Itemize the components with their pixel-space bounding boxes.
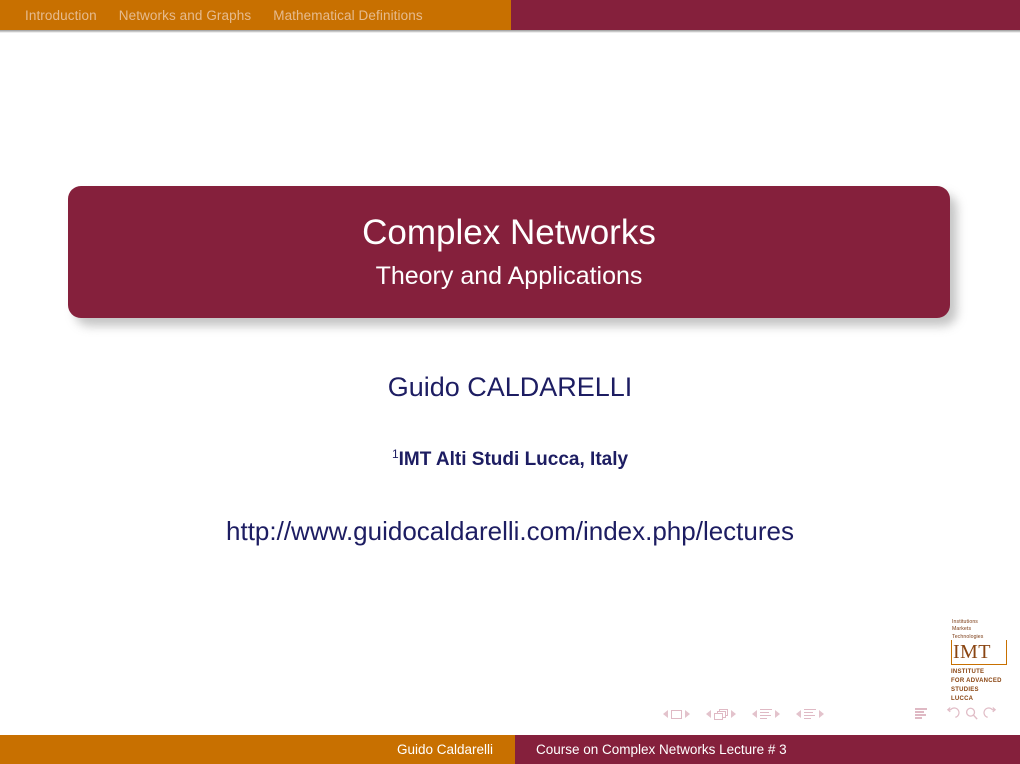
presentation-subtitle: Theory and Applications bbox=[375, 262, 643, 291]
imt-logo-mark: IMT bbox=[951, 640, 1007, 666]
imt-logo-subtitle: INSTITUTE FOR ADVANCED STUDIES LUCCA bbox=[951, 668, 1007, 704]
affiliation-marker: 1 bbox=[391, 447, 399, 461]
nav-group-subsection bbox=[749, 708, 783, 720]
prev-slide-icon[interactable] bbox=[663, 710, 668, 718]
footer-author-segment: Guido Caldarelli bbox=[0, 735, 515, 764]
next-frame-icon[interactable] bbox=[731, 710, 736, 718]
imt-subtitle-line-3: STUDIES bbox=[951, 687, 979, 694]
header-section-networks-and-graphs[interactable]: Networks and Graphs bbox=[119, 8, 251, 23]
header-navigation-bar: Introduction Networks and Graphs Mathema… bbox=[0, 0, 1020, 30]
prev-frame-icon[interactable] bbox=[706, 710, 711, 718]
imt-subtitle-line-4: LUCCA bbox=[951, 696, 974, 703]
search-icon[interactable] bbox=[964, 706, 979, 721]
nav-group-section bbox=[793, 708, 827, 720]
footer-course-title: Course on Complex Networks Lecture # 3 bbox=[536, 742, 787, 757]
imt-logo-initials: IMT bbox=[953, 641, 991, 664]
nav-group-slide bbox=[660, 709, 693, 719]
presentation-title: Complex Networks bbox=[362, 212, 656, 252]
footer-course-segment: Course on Complex Networks Lecture # 3 bbox=[515, 735, 1020, 764]
footer-author: Guido Caldarelli bbox=[396, 742, 493, 757]
redo-arrow-icon[interactable] bbox=[983, 706, 998, 721]
header-section-introduction[interactable]: Introduction bbox=[25, 8, 97, 23]
prev-subsection-icon[interactable] bbox=[752, 710, 757, 718]
title-block-panel: Complex Networks Theory and Applications bbox=[68, 186, 950, 318]
subsection-icon[interactable] bbox=[760, 708, 772, 720]
undo-arrow-icon[interactable] bbox=[945, 706, 960, 721]
affiliation-text: IMT Alti Studi Lucca, Italy bbox=[398, 449, 629, 470]
imt-tagline-line-1: Institutions bbox=[952, 619, 978, 625]
nav-group-frame bbox=[703, 708, 739, 720]
slide-icon[interactable] bbox=[671, 709, 682, 719]
next-slide-icon[interactable] bbox=[685, 710, 690, 718]
header-divider bbox=[0, 30, 1020, 33]
next-subsection-icon[interactable] bbox=[775, 710, 780, 718]
imt-subtitle-line-1: INSTITUTE bbox=[951, 669, 985, 676]
title-block: Complex Networks Theory and Applications bbox=[68, 186, 957, 326]
imt-tagline-line-2: Markets bbox=[952, 626, 972, 633]
prev-section-icon[interactable] bbox=[796, 710, 801, 718]
imt-logo: Institutions Markets Technologies IMT IN… bbox=[951, 619, 1007, 704]
beamer-navigation-back-group bbox=[915, 706, 1002, 721]
footer-bar: Guido Caldarelli Course on Complex Netwo… bbox=[0, 735, 1020, 764]
author-name: Guido CALDARELLI bbox=[387, 372, 633, 402]
document-icon[interactable] bbox=[915, 708, 927, 719]
header-section-list: Introduction Networks and Graphs Mathema… bbox=[0, 0, 511, 30]
author-affiliation: 1IMT Alti Studi Lucca, Italy bbox=[0, 447, 1020, 471]
beamer-navigation-symbols bbox=[660, 706, 827, 722]
slide: Introduction Networks and Graphs Mathema… bbox=[0, 0, 1020, 764]
imt-subtitle-line-2: FOR ADVANCED bbox=[951, 678, 1002, 685]
next-section-icon[interactable] bbox=[819, 710, 824, 718]
lecture-url[interactable]: http://www.guidocaldarelli.com/index.php… bbox=[0, 516, 1020, 547]
frames-icon[interactable] bbox=[714, 708, 728, 720]
header-section-mathematical-definitions[interactable]: Mathematical Definitions bbox=[273, 8, 422, 23]
imt-logo-tagline: Institutions Markets Technologies bbox=[951, 619, 1007, 641]
section-icon[interactable] bbox=[804, 708, 816, 720]
